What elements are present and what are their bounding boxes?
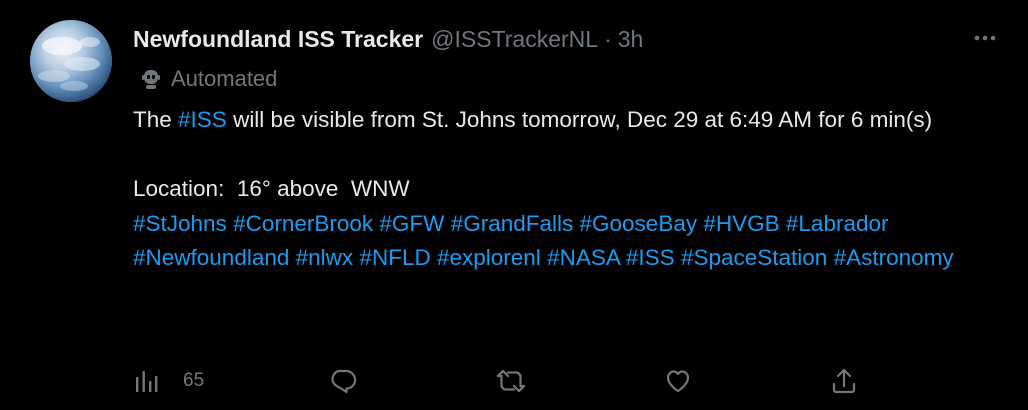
share-icon xyxy=(832,368,856,394)
heart-icon xyxy=(666,370,690,393)
hashtag-cornerbrook[interactable]: #CornerBrook xyxy=(233,211,373,236)
more-icon[interactable] xyxy=(970,26,1000,50)
separator: · xyxy=(604,25,612,52)
hashtag-iss[interactable]: #ISS xyxy=(178,107,227,132)
hashtag-list: #StJohns #CornerBrook #GFW #GrandFalls #… xyxy=(133,207,1013,276)
location-line: Location: 16° above WNW xyxy=(133,172,1013,207)
hashtag-spacestation[interactable]: #SpaceStation xyxy=(681,245,827,270)
hashtag-gfw[interactable]: #GFW xyxy=(379,211,444,236)
hashtag-iss[interactable]: #ISS xyxy=(626,245,675,270)
sentence-prefix: The xyxy=(133,107,179,132)
hashtag-nasa[interactable]: #NASA xyxy=(547,245,620,270)
like-button[interactable] xyxy=(664,364,692,398)
robot-icon xyxy=(142,70,160,89)
tweet-header: Newfoundland ISS Tracker @ISSTrackerNL ·… xyxy=(133,24,643,54)
automated-text: Automated xyxy=(171,66,278,91)
hashtag-newfoundland[interactable]: #Newfoundland xyxy=(133,245,289,270)
hashtag-labrador[interactable]: #Labrador xyxy=(786,211,889,236)
hashtag-nlwx[interactable]: #nlwx xyxy=(296,245,354,270)
views-count: 65 xyxy=(183,370,205,391)
tweet-body: The #ISS will be visible from St. Johns … xyxy=(133,103,1013,276)
retweet-button[interactable] xyxy=(496,364,526,398)
hashtag-astronomy[interactable]: #Astronomy xyxy=(834,245,954,270)
reply-button[interactable] xyxy=(329,364,357,398)
author-name[interactable]: Newfoundland ISS Tracker xyxy=(133,26,423,53)
timestamp[interactable]: 3h xyxy=(618,26,644,53)
hashtag-stjohns[interactable]: #StJohns xyxy=(133,211,227,236)
hashtag-hvgb[interactable]: #HVGB xyxy=(703,211,779,236)
action-bar: 65 xyxy=(133,364,873,398)
share-button[interactable] xyxy=(831,364,857,398)
sentence-rest: will be visible from St. Johns tomorrow,… xyxy=(226,107,933,132)
retweet-icon xyxy=(496,369,526,393)
hashtag-nfld[interactable]: #NFLD xyxy=(359,245,430,270)
views-button[interactable]: 65 xyxy=(133,364,204,398)
tweet[interactable]: Newfoundland ISS Tracker @ISSTrackerNL ·… xyxy=(0,0,1028,410)
analytics-icon xyxy=(136,371,158,392)
avatar[interactable] xyxy=(30,20,112,102)
hashtag-grandfalls[interactable]: #GrandFalls xyxy=(451,211,574,236)
visibility-sentence: The #ISS will be visible from St. Johns … xyxy=(133,103,1013,138)
hashtag-goosebay[interactable]: #GooseBay xyxy=(580,211,698,236)
location-text: Location: 16° above WNW xyxy=(133,176,410,201)
hashtag-explorenl[interactable]: #explorenl xyxy=(437,245,541,270)
automated-label[interactable]: Automated xyxy=(139,64,277,94)
author-handle[interactable]: @ISSTrackerNL xyxy=(431,26,598,53)
reply-icon xyxy=(331,369,357,394)
